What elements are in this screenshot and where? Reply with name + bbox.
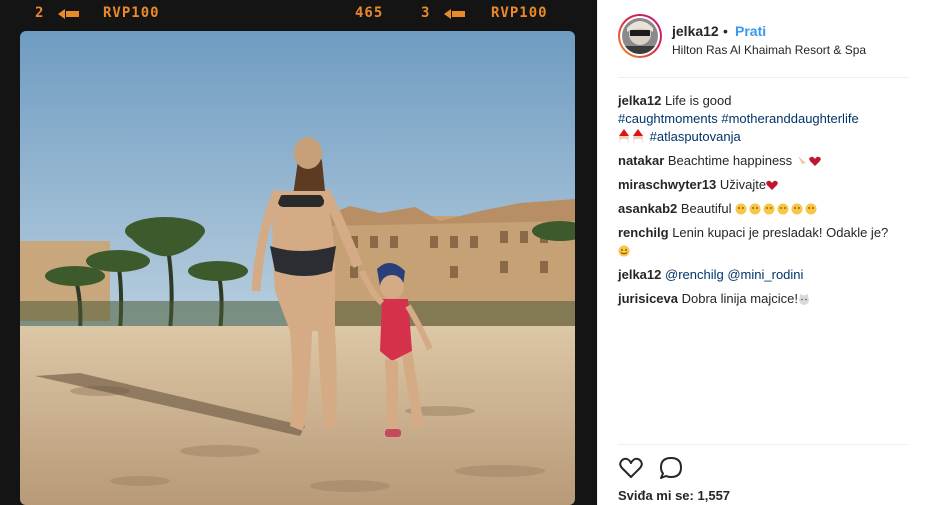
caption-text: Life is good <box>665 93 732 108</box>
comment-username[interactable]: jelka12 <box>618 93 661 108</box>
post-actions <box>618 455 738 481</box>
smile-emoji-icon <box>735 203 817 215</box>
mention-link[interactable]: @mini_rodini <box>727 267 803 282</box>
list-item: renchilg Lenin kupaci je presladak! Odak… <box>618 224 909 260</box>
separator-dot: • <box>723 23 728 39</box>
heart-emoji-icon <box>766 180 778 190</box>
comments-list: jelka12 Life is good #caughtmoments #mot… <box>618 92 909 314</box>
mention-link[interactable]: @renchilg <box>665 267 724 282</box>
comment-username[interactable]: renchilg <box>618 225 669 240</box>
hashtag-link[interactable]: #motheranddaughterlife <box>721 111 858 126</box>
list-item: asankab2 Beautiful <box>618 200 909 218</box>
hashtag-link[interactable]: #caughtmoments <box>618 111 718 126</box>
caption: jelka12 Life is good #caughtmoments #mot… <box>618 92 909 146</box>
comment-text: Dobra linija majcice! <box>681 291 798 306</box>
list-item: natakar Beachtime happiness <box>618 152 909 170</box>
comment-text: Lenin kupaci je presladak! Odakle je? <box>672 225 889 240</box>
photo-panel: 2 RVP100 465 3 RVP100 <box>0 0 597 505</box>
list-item: miraschwyter13 Uživajte <box>618 176 909 194</box>
likes-number: 1,557 <box>697 488 731 503</box>
santa-emoji-icon <box>618 129 644 143</box>
likes-label: Sviđa mi se: <box>618 488 694 503</box>
like-icon[interactable] <box>618 455 644 481</box>
comment-text: Uživajte <box>719 177 767 192</box>
film-frame-right: 3 <box>421 5 431 21</box>
post-header: jelka12 • Prati Hilton Ras Al Khaimah Re… <box>618 14 909 74</box>
post-photo[interactable] <box>20 31 575 505</box>
comment-username[interactable]: jelka12 <box>618 267 661 282</box>
hand-heart-emoji-icon <box>797 156 821 166</box>
follow-button[interactable]: Prati <box>735 23 766 39</box>
film-strip: 2 RVP100 465 3 RVP100 <box>0 0 597 28</box>
list-item: jurisiceva Dobra linija majcice! <box>618 290 909 308</box>
comment-username[interactable]: jurisiceva <box>618 291 678 306</box>
smile-emoji-icon <box>618 245 630 257</box>
cat-emoji-icon <box>798 293 809 305</box>
comment-text: Beautiful <box>680 201 732 216</box>
film-arrow-icon <box>444 9 465 19</box>
comment-username[interactable]: natakar <box>618 153 664 168</box>
header-username[interactable]: jelka12 <box>672 23 719 39</box>
divider <box>618 444 909 445</box>
avatar-image <box>622 18 658 54</box>
comment-username[interactable]: asankab2 <box>618 201 677 216</box>
film-arrow-icon <box>58 9 79 19</box>
hashtag-link[interactable]: #atlasputovanja <box>650 129 741 144</box>
list-item: jelka12 @renchilg @mini_rodini <box>618 266 909 284</box>
location-link[interactable]: Hilton Ras Al Khaimah Resort & Spa <box>672 43 866 57</box>
post-sidebar: jelka12 • Prati Hilton Ras Al Khaimah Re… <box>597 0 928 505</box>
film-counter: 465 <box>355 5 384 21</box>
divider <box>618 77 909 78</box>
comment-username[interactable]: miraschwyter13 <box>618 177 716 192</box>
comment-text: Beachtime happiness <box>667 153 793 168</box>
film-code-left: RVP100 <box>103 5 160 21</box>
avatar[interactable] <box>618 14 662 58</box>
film-code-right: RVP100 <box>491 5 548 21</box>
film-frame-left: 2 <box>35 5 45 21</box>
comment-icon[interactable] <box>658 455 684 481</box>
likes-count[interactable]: Sviđa mi se: 1,557 <box>618 488 730 503</box>
